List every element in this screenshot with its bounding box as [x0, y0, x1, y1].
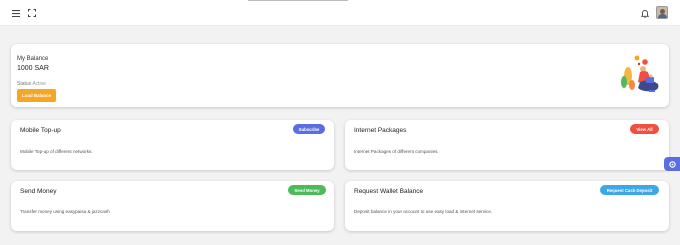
- view-all-button[interactable]: View All: [630, 124, 659, 134]
- wallet-illustration: [621, 55, 659, 92]
- send-money-card: Send Money Send Money Transfer money usi…: [11, 181, 334, 231]
- request-wallet-card: Request Wallet Balance Request Cash Depo…: [345, 181, 669, 231]
- balance-card: My Balance 1000 SAR Status Active Load B…: [11, 44, 669, 107]
- internet-packages-card: Internet Packages View All Internet Pack…: [345, 120, 669, 170]
- top-bar: [0, 0, 680, 26]
- balance-status: Status Active: [17, 81, 46, 87]
- fullscreen-icon[interactable]: [26, 7, 38, 19]
- balance-label: My Balance: [17, 56, 49, 62]
- hamburger-icon[interactable]: [10, 7, 22, 19]
- internet-packages-title: Internet Packages: [354, 127, 407, 134]
- status-label: Status: [17, 81, 32, 87]
- balance-amount: 1000 SAR: [17, 65, 49, 72]
- send-money-title: Send Money: [20, 188, 57, 195]
- mobile-topup-card: Mobile Top-up Subscribe Mobile Top-up of…: [11, 120, 334, 170]
- settings-side-tab[interactable]: [664, 157, 680, 171]
- bell-icon[interactable]: [639, 7, 651, 19]
- user-avatar[interactable]: [656, 6, 668, 19]
- mobile-topup-description: Mobile Top-up of different networks.: [20, 149, 93, 154]
- load-balance-button[interactable]: Load Balance: [17, 89, 56, 102]
- request-cash-deposit-button[interactable]: Request Cash Deposit: [600, 185, 659, 195]
- request-wallet-description: Deposit balance in your account to use e…: [354, 209, 493, 214]
- send-money-button[interactable]: Send Money: [288, 185, 326, 195]
- mobile-topup-title: Mobile Top-up: [20, 127, 61, 134]
- request-wallet-title: Request Wallet Balance: [354, 188, 424, 195]
- top-divider: [248, 0, 348, 1]
- status-value: Active: [32, 81, 46, 87]
- send-money-description: Transfer money using easypaisa & jazzcas…: [20, 209, 110, 214]
- settings-icon: [668, 160, 676, 168]
- avatar-body: [658, 14, 667, 18]
- internet-packages-description: Internet Packages of different companies…: [354, 149, 439, 154]
- subscribe-button[interactable]: Subscribe: [293, 124, 325, 134]
